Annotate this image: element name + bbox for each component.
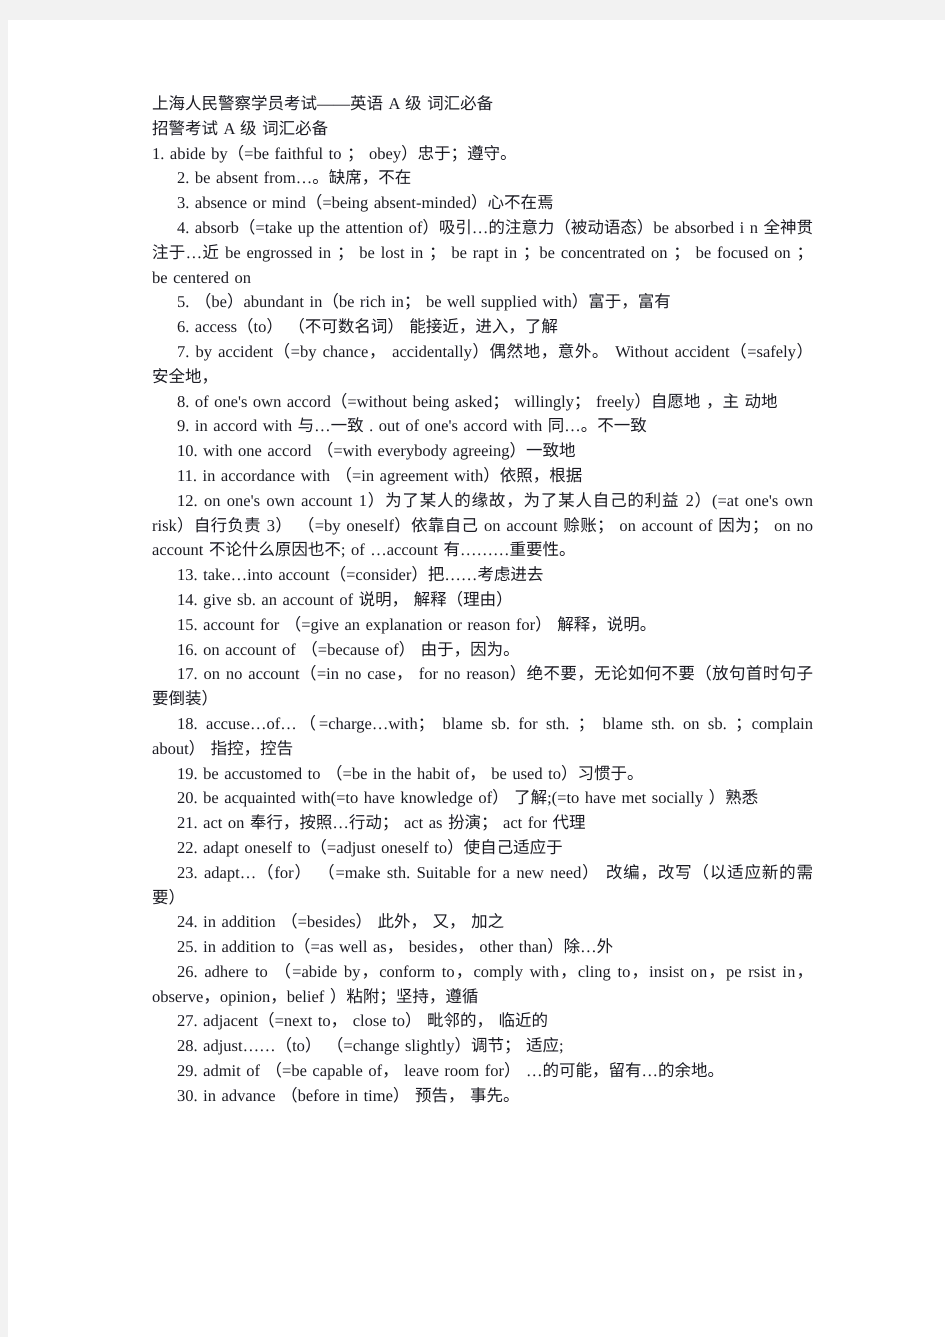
- vocabulary-entry-8: 8. of one's own accord（=without being as…: [177, 391, 778, 411]
- vocabulary-entry-14: 14. give sb. an account of 说明， 解释（理由）: [177, 589, 513, 609]
- vocabulary-entry-27: 27. adjacent（=next to， close to） 毗邻的， 临近…: [177, 1011, 549, 1031]
- vocabulary-entry-23: 23. adapt…（for） （=make sth. Suitable for…: [152, 862, 813, 907]
- vocabulary-entry-2: 2. be absent from…。缺席，不在: [177, 168, 412, 188]
- document-text-body: 上海人民警察学员考试——英语 A 级 词汇必备 招警考试 A 级 词汇必备 1.…: [152, 92, 813, 1109]
- vocabulary-entry-19: 19. be accustomed to （=be in the habit o…: [177, 763, 644, 783]
- document-subtitle-line: 招警考试 A 级 词汇必备: [152, 118, 329, 138]
- vocabulary-entry-6: 6. access（to） （不可数名词） 能接近，进入，了解: [177, 317, 558, 337]
- vocabulary-entry-3: 3. absence or mind（=being absent-minded）…: [177, 193, 554, 213]
- vocabulary-entry-25: 25. in addition to（=as well as， besides，…: [177, 937, 614, 957]
- vocabulary-entry-15: 15. account for （=give an explanation or…: [177, 614, 657, 634]
- vocabulary-entry-18: 18. accuse…of…（=charge…with； blame sb. f…: [152, 713, 813, 758]
- document-page: 上海人民警察学员考试——英语 A 级 词汇必备 招警考试 A 级 词汇必备 1.…: [8, 20, 945, 1337]
- document-title-line: 上海人民警察学员考试——英语 A 级 词汇必备: [152, 94, 494, 113]
- vocabulary-entry-5: 5. （be）abundant in（be rich in； be well s…: [177, 292, 671, 312]
- vocabulary-entry-7: 7. by accident（=by chance， accidentally）…: [152, 341, 813, 386]
- vocabulary-entry-12: 12. on one's own account 1）为了某人的缘故，为了某人自…: [152, 490, 813, 560]
- vocabulary-entry-21: 21. act on 奉行，按照…行动； act as 扮演； act for …: [177, 813, 586, 833]
- vocabulary-entry-30: 30. in advance （before in time） 预告， 事先。: [177, 1085, 520, 1105]
- vocabulary-entry-17: 17. on no account（=in no case， for no re…: [152, 664, 813, 709]
- vocabulary-entry-22: 22. adapt oneself to（=adjust oneself to）…: [177, 837, 563, 857]
- vocabulary-entry-24: 24. in addition （=besides） 此外， 又， 加之: [177, 912, 505, 932]
- vocabulary-entry-29: 29. admit of （=be capable of， leave room…: [177, 1061, 725, 1081]
- vocabulary-entry-28: 28. adjust……（to） （=change slightly）调节； 适…: [177, 1036, 564, 1056]
- vocabulary-entry-26: 26. adhere to （=abide by，conform to，comp…: [152, 961, 813, 1006]
- vocabulary-entry-20: 20. be acquainted with(=to have knowledg…: [177, 788, 759, 808]
- vocabulary-entry-13: 13. take…into account（=consider）把……考虑进去: [177, 565, 544, 585]
- vocabulary-entry-10: 10. with one accord （=with everybody agr…: [177, 441, 576, 461]
- vocabulary-entry-4: 4. absorb（=take up the attention of）吸引…的…: [152, 217, 813, 287]
- vocabulary-entry-11: 11. in accordance with （=in agreement wi…: [177, 465, 583, 485]
- vocabulary-entry-9: 9. in accord with 与…一致 . out of one's ac…: [177, 416, 647, 436]
- vocabulary-entry-1: 1. abide by（=be faithful to ； obey）忠于；遵守…: [152, 143, 517, 163]
- vocabulary-entry-16: 16. on account of （=because of） 由于，因为。: [177, 639, 520, 659]
